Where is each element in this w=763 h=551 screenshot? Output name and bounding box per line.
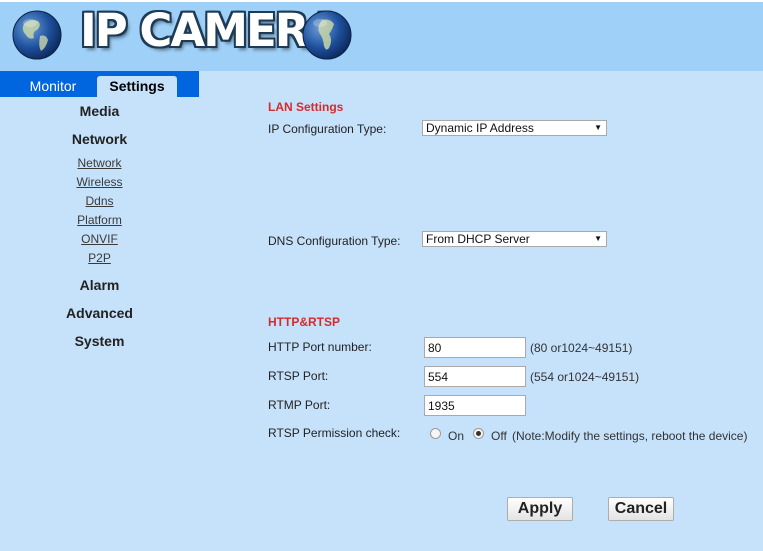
- ip-config-select[interactable]: Dynamic IP Address ▼: [422, 120, 607, 136]
- tab-settings[interactable]: Settings: [97, 76, 177, 97]
- sidebar-item-alarm[interactable]: Alarm: [0, 277, 199, 293]
- rtmp-port-label: RTMP Port:: [268, 398, 331, 412]
- globe-icon: [302, 10, 352, 60]
- rtsp-permission-label: RTSP Permission check:: [268, 426, 401, 440]
- rtmp-port-input[interactable]: [424, 395, 526, 416]
- ip-config-label: IP Configuration Type:: [268, 122, 387, 136]
- tab-bar: Monitor Settings: [0, 71, 199, 97]
- dropdown-arrow-icon: ▼: [594, 123, 602, 132]
- dropdown-arrow-icon: ▼: [594, 234, 602, 243]
- sidebar-subitem-p2p[interactable]: P2P: [0, 251, 199, 265]
- http-port-input[interactable]: [424, 337, 526, 358]
- globe-icon: [12, 10, 62, 60]
- rtsp-port-label: RTSP Port:: [268, 369, 329, 383]
- tab-monitor[interactable]: Monitor: [18, 76, 88, 97]
- rtsp-permission-on-label: On: [448, 429, 465, 443]
- http-port-hint: (80 or1024~49151): [530, 341, 633, 355]
- cancel-button[interactable]: Cancel: [608, 497, 674, 521]
- sidebar: Monitor Settings Media Network Network W…: [0, 71, 199, 551]
- sidebar-item-system[interactable]: System: [0, 333, 199, 349]
- http-port-label: HTTP Port number:: [268, 340, 372, 354]
- lan-settings-title: LAN Settings: [268, 100, 344, 114]
- dns-config-value: From DHCP Server: [426, 232, 530, 246]
- sidebar-subitem-network[interactable]: Network: [0, 156, 199, 170]
- sidebar-item-network[interactable]: Network: [0, 131, 199, 147]
- sidebar-item-media[interactable]: Media: [0, 103, 199, 119]
- apply-button[interactable]: Apply: [507, 497, 573, 521]
- settings-panel: LAN Settings IP Configuration Type: Dyna…: [199, 71, 763, 551]
- sidebar-subitem-ddns[interactable]: Ddns: [0, 194, 199, 208]
- dns-config-label: DNS Configuration Type:: [268, 234, 401, 248]
- rtsp-permission-off-label: Off: [491, 429, 507, 443]
- sidebar-subitem-platform[interactable]: Platform: [0, 213, 199, 227]
- sidebar-item-advanced[interactable]: Advanced: [0, 305, 199, 321]
- rtsp-port-hint: (554 or1024~49151): [530, 370, 640, 384]
- http-rtsp-title: HTTP&RTSP: [268, 315, 340, 329]
- sidebar-subitem-wireless[interactable]: Wireless: [0, 175, 199, 189]
- header-banner: IP CAMERA: [0, 0, 763, 71]
- ip-config-value: Dynamic IP Address: [426, 121, 534, 135]
- rtsp-permission-on-radio[interactable]: [430, 428, 441, 439]
- rtsp-port-input[interactable]: [424, 366, 526, 387]
- dns-config-select[interactable]: From DHCP Server ▼: [422, 231, 607, 247]
- sidebar-subitem-onvif[interactable]: ONVIF: [0, 232, 199, 246]
- rtsp-permission-off-radio[interactable]: [473, 428, 484, 439]
- rtsp-permission-note: (Note:Modify the settings, reboot the de…: [512, 429, 748, 443]
